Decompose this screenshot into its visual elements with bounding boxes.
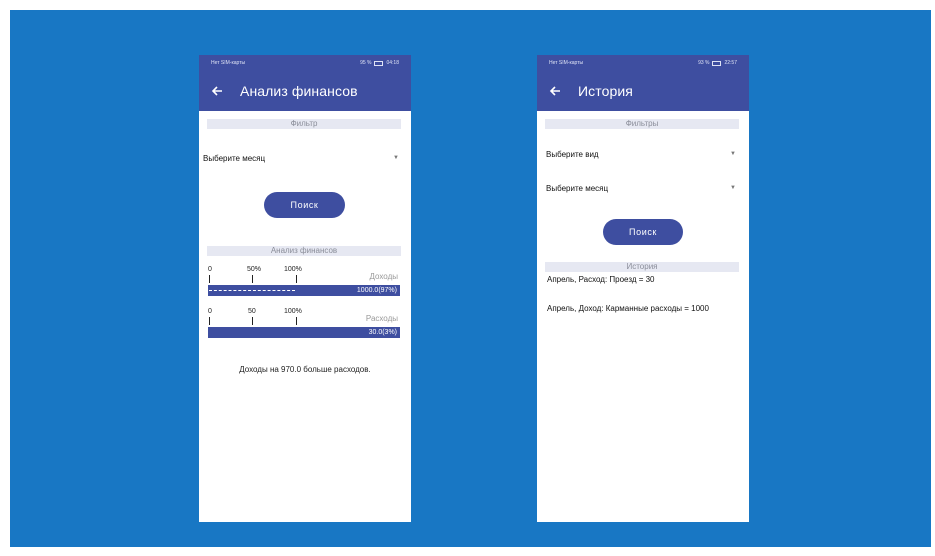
carrier-text: Нет SIM-карты: [211, 60, 246, 66]
month-select-value: Выберите месяц: [203, 153, 266, 163]
status-bar: Нет SIM-карты 95 % 04:18: [199, 55, 411, 71]
expense-label: Расходы: [365, 314, 398, 323]
expense-bar: 30.0(3%): [208, 327, 400, 338]
caret-down-icon: ▼: [730, 151, 736, 157]
income-tick-0: 0: [208, 266, 212, 273]
income-label: Доходы: [369, 272, 398, 281]
battery-percent: 95 %: [360, 60, 372, 66]
finance-analysis-screen: Нет SIM-карты 95 % 04:18 Анализ финансов…: [199, 55, 411, 522]
income-bar-label: 1000.0(97%): [356, 287, 397, 294]
search-button[interactable]: Поиск: [603, 219, 683, 245]
history-header: История: [545, 262, 739, 272]
income-tick-100: 100%: [284, 266, 302, 273]
filter-header: Фильтр: [207, 119, 401, 129]
back-arrow-icon[interactable]: [210, 84, 224, 98]
battery-icon: [712, 60, 722, 66]
expense-scale: 0 50 100% Расходы: [208, 308, 398, 326]
list-item: Апрель, Доход: Карманные расходы = 1000: [547, 304, 709, 313]
toolbar: Анализ финансов: [199, 71, 411, 111]
clock: 22:57: [724, 60, 737, 66]
page-title: Анализ финансов: [240, 83, 358, 99]
carrier-text: Нет SIM-карты: [549, 60, 584, 66]
summary-text: Доходы на 970.0 больше расходов.: [239, 365, 371, 374]
income-scale: 0 50% 100% Доходы: [208, 266, 398, 284]
app-bar: Нет SIM-карты 95 % 04:18 Анализ финансов: [199, 55, 411, 111]
month-select[interactable]: Выберите месяц ▼: [546, 179, 736, 197]
income-tick-50: 50%: [247, 266, 262, 273]
expense-bar-label: 30.0(3%): [368, 329, 397, 336]
battery-percent: 93 %: [698, 60, 710, 66]
caret-down-icon: ▼: [393, 155, 399, 161]
expense-tick-0: 0: [208, 308, 212, 315]
history-screen: Нет SIM-карты 93 % 22:57 История Фильтры…: [537, 55, 749, 522]
app-bar: Нет SIM-карты 93 % 22:57 История: [537, 55, 749, 111]
type-select[interactable]: Выберите вид ▼: [546, 145, 736, 163]
caret-down-icon: ▼: [730, 185, 736, 191]
expense-tick-50: 50: [248, 308, 256, 315]
toolbar: История: [537, 71, 749, 111]
status-bar: Нет SIM-карты 93 % 22:57: [537, 55, 749, 71]
month-select-value: Выберите месяц: [546, 183, 609, 193]
search-button[interactable]: Поиск: [264, 192, 345, 218]
battery-icon: [374, 60, 384, 66]
list-item: Апрель, Расход: Проезд = 30: [547, 275, 655, 284]
income-bar: 1000.0(97%): [208, 285, 400, 296]
clock: 04:18: [386, 60, 399, 66]
month-select[interactable]: Выберите месяц ▼: [203, 149, 399, 167]
back-arrow-icon[interactable]: [548, 84, 562, 98]
analysis-header: Анализ финансов: [207, 246, 401, 256]
expense-tick-100: 100%: [284, 308, 302, 315]
page-title: История: [578, 83, 633, 99]
presentation-background: Нет SIM-карты 95 % 04:18 Анализ финансов…: [10, 10, 931, 547]
type-select-value: Выберите вид: [546, 149, 599, 159]
filters-header: Фильтры: [545, 119, 739, 129]
